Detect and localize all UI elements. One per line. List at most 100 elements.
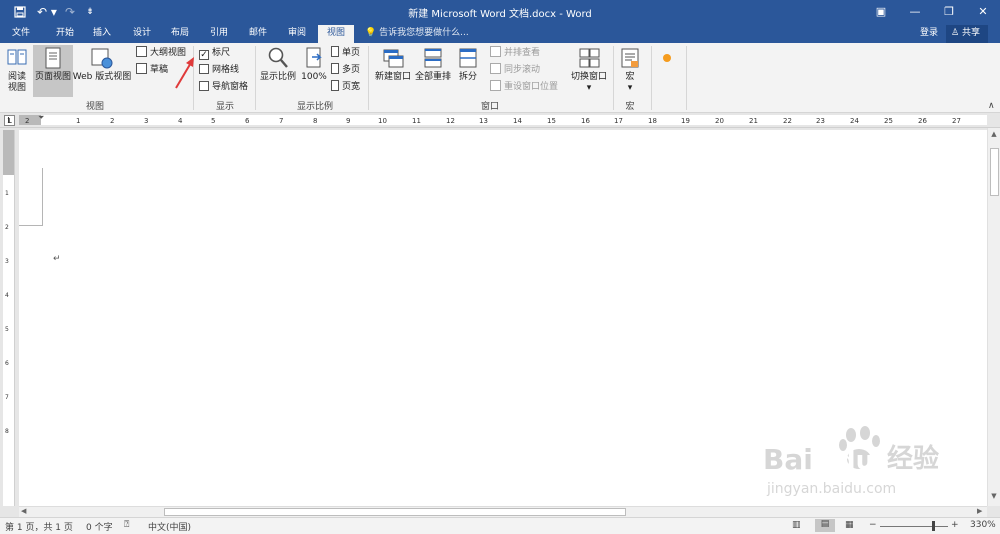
group-divider (686, 46, 687, 110)
ruler-tick: 13 (479, 117, 488, 125)
group-divider (368, 46, 369, 110)
scroll-down-icon[interactable]: ▼ (988, 492, 1000, 500)
macros-label: 宏 (625, 72, 635, 82)
collapse-ribbon-icon[interactable]: ∧ (988, 101, 995, 111)
reset-position-button[interactable]: 重设窗口位置 (490, 80, 558, 95)
split-button[interactable]: 拆分 (455, 46, 481, 83)
chevron-down-icon: ▾ (627, 83, 633, 93)
group-label-zoom: 显示比例 (296, 102, 333, 112)
tab-file[interactable]: 文件 (6, 25, 36, 43)
tab-design[interactable]: 设计 (127, 25, 157, 43)
tell-me-box[interactable]: 💡 告诉我您想要做什么... (365, 25, 469, 43)
multi-page-label: 多页 (342, 65, 361, 75)
horizontal-scroll-thumb[interactable] (164, 508, 626, 516)
gridlines-checkbox[interactable]: 网格线 (199, 63, 239, 78)
web-layout-view-icon[interactable]: ▦ (845, 520, 854, 530)
one-page-label: 单页 (342, 48, 361, 58)
switch-windows-button[interactable]: 切换窗口 ▾ (567, 46, 611, 94)
tab-insert[interactable]: 插入 (87, 25, 117, 43)
one-page-icon (331, 46, 339, 57)
sync-scroll-button[interactable]: 同步滚动 (490, 63, 540, 78)
document-canvas[interactable]: ↵ Bai du 经验 jingyan.baidu.com (19, 130, 987, 506)
arrange-all-button[interactable]: 全部重排 (414, 46, 452, 83)
status-bar: 第 1 页，共 1 页 0 个字 ⍰ 中文(中国) ▥ ▤ ▦ − + 330% (0, 517, 1000, 534)
one-page-button[interactable]: 单页 (331, 46, 360, 61)
group-label-window: 窗口 (480, 102, 499, 112)
group-divider (255, 46, 256, 110)
share-button[interactable]: ♙ 共享 (946, 25, 988, 43)
new-window-icon (383, 49, 404, 68)
arrange-all-icon (424, 48, 442, 68)
draft-icon (136, 63, 147, 74)
vertical-ruler[interactable]: 1 2 3 4 5 6 7 8 (3, 130, 15, 506)
ruler-tick: 27 (952, 117, 961, 125)
nav-pane-label: 导航窗格 (212, 82, 249, 92)
print-layout-button[interactable]: 页面视图 (33, 45, 73, 97)
side-by-side-button[interactable]: 并排查看 (490, 46, 540, 61)
tab-review[interactable]: 审阅 (282, 25, 312, 43)
read-mode-view-icon[interactable]: ▥ (792, 520, 801, 530)
new-window-button[interactable]: 新建窗口 (372, 46, 414, 83)
minimize-icon[interactable]: — (898, 0, 932, 25)
scroll-up-icon[interactable]: ▲ (988, 130, 1000, 138)
zoom-button[interactable]: 显示比例 (259, 46, 297, 83)
language-status[interactable]: 中文(中国) (148, 520, 191, 533)
read-mode-button[interactable]: 阅读 视图 (3, 46, 31, 94)
magnifier-icon (268, 47, 288, 68)
horizontal-scrollbar[interactable]: ◀ ▶ (19, 506, 987, 517)
ruler-tick: 7 (279, 117, 284, 125)
group-label-macros: 宏 (625, 102, 635, 112)
tab-view[interactable]: 视图 (318, 25, 354, 43)
chevron-down-icon: ▾ (586, 83, 592, 93)
zoom-level[interactable]: 330% (970, 520, 996, 530)
page-width-button[interactable]: 页宽 (331, 80, 360, 95)
ruler-tick: 5 (5, 326, 9, 333)
page-count[interactable]: 第 1 页，共 1 页 (5, 520, 73, 533)
ruler-tick: 8 (313, 117, 318, 125)
web-layout-button[interactable]: Web 版式视图 (72, 46, 132, 83)
tab-layout[interactable]: 布局 (165, 25, 195, 43)
multi-page-button[interactable]: 多页 (331, 63, 360, 78)
svg-text:经验: 经验 (887, 443, 939, 474)
tab-references[interactable]: 引用 (204, 25, 234, 43)
macros-button[interactable]: 宏 ▾ (616, 46, 644, 94)
outline-icon (136, 46, 147, 57)
vertical-scrollbar[interactable]: ▲ ▼ (987, 128, 1000, 506)
ruler-tick: 16 (581, 117, 590, 125)
check-icon: ✓ (199, 50, 209, 60)
zoom-out-icon[interactable]: − (869, 520, 877, 530)
indent-marker-icon[interactable]: ⏷ (38, 113, 44, 123)
close-icon[interactable]: ✕ (966, 0, 1000, 25)
zoom-100-button[interactable]: 100% (300, 46, 328, 83)
zoom-100-icon (306, 47, 322, 68)
zoom-in-icon[interactable]: + (951, 520, 959, 530)
print-layout-view-icon[interactable]: ▤ (815, 519, 835, 532)
tab-home[interactable]: 开始 (50, 25, 80, 43)
proofing-icon[interactable]: ⍰ (124, 520, 129, 530)
login-link[interactable]: 登录 (920, 25, 938, 43)
draft-button[interactable]: 草稿 (136, 63, 168, 78)
title-bar: ↶ ▾ ↷ ⇟ 新建 Microsoft Word 文档.docx - Word… (0, 0, 1000, 25)
zoom-label: 显示比例 (259, 72, 296, 82)
sync-scroll-icon (490, 63, 501, 74)
ruler-tick: 3 (5, 258, 9, 265)
ruler-tick: 6 (5, 360, 9, 367)
nav-pane-checkbox[interactable]: 导航窗格 (199, 80, 248, 95)
zoom-slider-thumb[interactable] (932, 521, 935, 531)
zoom-slider[interactable] (880, 526, 948, 527)
ruler-checkbox[interactable]: ✓ 标尺 (199, 46, 230, 61)
gridlines-label: 网格线 (212, 65, 240, 75)
ruler-tick: 8 (5, 428, 9, 435)
word-count[interactable]: 0 个字 (86, 520, 113, 533)
ruler-tick: 24 (850, 117, 859, 125)
ribbon-display-icon[interactable]: ▣ (864, 0, 898, 25)
red-arrow-annotation (175, 57, 194, 89)
restore-icon[interactable]: ❐ (932, 0, 966, 25)
scroll-left-icon[interactable]: ◀ (21, 507, 26, 515)
horizontal-ruler[interactable]: L ⏷ 1 2 1 2 3 4 5 6 7 8 9 10 11 12 13 14… (0, 113, 1000, 128)
tell-me-text: 告诉我您想要做什么... (379, 28, 469, 38)
scroll-right-icon[interactable]: ▶ (977, 507, 982, 515)
top-margin-shade (3, 130, 14, 175)
tab-mailings[interactable]: 邮件 (243, 25, 273, 43)
vertical-scroll-thumb[interactable] (990, 148, 999, 196)
